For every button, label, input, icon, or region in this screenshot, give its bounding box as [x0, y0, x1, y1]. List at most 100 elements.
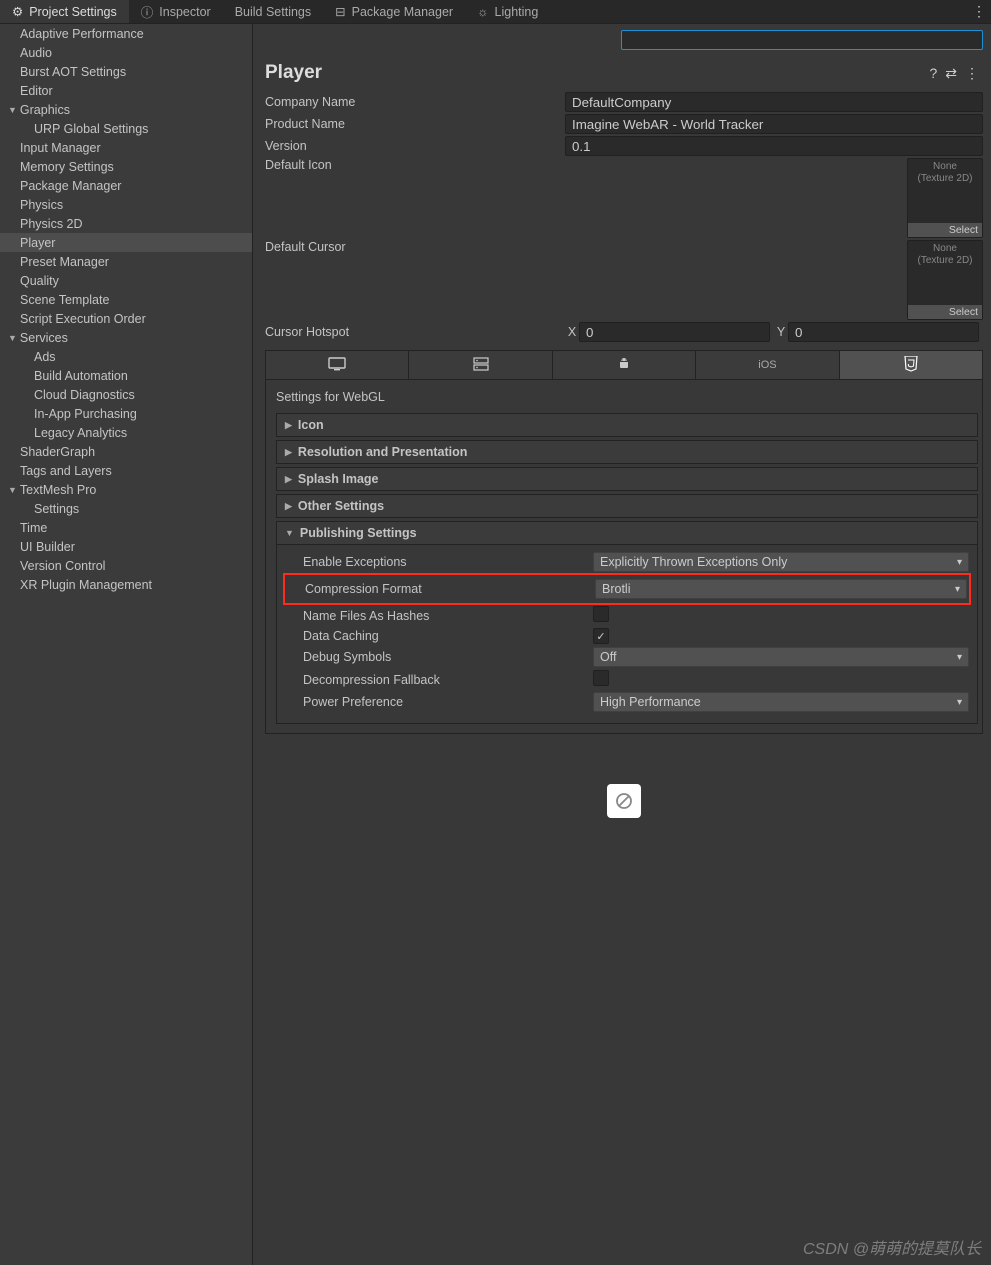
sidebar-item-textmesh-settings[interactable]: Settings — [0, 499, 252, 518]
sidebar-item-services[interactable]: Services — [0, 328, 252, 347]
version-label: Version — [265, 139, 565, 153]
enable-exceptions-dropdown[interactable]: Explicitly Thrown Exceptions Only — [593, 552, 969, 572]
tab-lighting[interactable]: ☼ Lighting — [465, 0, 550, 23]
sidebar-item-script-execution-order[interactable]: Script Execution Order — [0, 309, 252, 328]
sidebar-item-build-automation[interactable]: Build Automation — [0, 366, 252, 385]
foldout-label: Resolution and Presentation — [298, 445, 467, 459]
tab-label: Build Settings — [235, 5, 311, 19]
platform-tab-server[interactable] — [409, 351, 552, 379]
cursor-hotspot-label: Cursor Hotspot — [265, 325, 565, 339]
sidebar-item-physics-2d[interactable]: Physics 2D — [0, 214, 252, 233]
sidebar-item-audio[interactable]: Audio — [0, 43, 252, 62]
sidebar-item-editor[interactable]: Editor — [0, 81, 252, 100]
platform-tab-standalone[interactable] — [266, 351, 409, 379]
default-cursor-label: Default Cursor — [265, 240, 565, 320]
compression-format-dropdown[interactable]: Brotli — [595, 579, 967, 599]
texture-none: None — [908, 243, 982, 255]
sidebar-label: Graphics — [20, 103, 70, 117]
company-name-label: Company Name — [265, 95, 565, 109]
data-caching-checkbox[interactable]: ✓ — [593, 628, 609, 644]
foldout-icon[interactable]: Icon — [276, 413, 978, 437]
foldout-resolution[interactable]: Resolution and Presentation — [276, 440, 978, 464]
sidebar-label: Services — [20, 331, 68, 345]
default-icon-slot[interactable]: None (Texture 2D) Select — [907, 158, 983, 238]
sidebar-item-adaptive-performance[interactable]: Adaptive Performance — [0, 24, 252, 43]
help-icon[interactable]: ? — [929, 65, 937, 82]
power-preference-dropdown[interactable]: High Performance — [593, 692, 969, 712]
sidebar-item-ui-builder[interactable]: UI Builder — [0, 537, 252, 556]
default-cursor-slot[interactable]: None (Texture 2D) Select — [907, 240, 983, 320]
sidebar-item-textmesh-pro[interactable]: TextMesh Pro — [0, 480, 252, 499]
sidebar-item-physics[interactable]: Physics — [0, 195, 252, 214]
compression-format-highlight: Compression Format Brotli — [283, 573, 971, 605]
android-icon — [617, 357, 631, 374]
sidebar-item-player[interactable]: Player — [0, 233, 252, 252]
tab-project-settings[interactable]: ⚙ Project Settings — [0, 0, 129, 23]
preset-icon[interactable]: ⇄ — [945, 65, 957, 82]
sidebar-item-quality[interactable]: Quality — [0, 271, 252, 290]
version-input[interactable] — [565, 136, 983, 156]
sidebar-item-legacy-analytics[interactable]: Legacy Analytics — [0, 423, 252, 442]
power-preference-label: Power Preference — [285, 695, 593, 709]
blocked-icon — [607, 784, 641, 818]
data-caching-label: Data Caching — [285, 629, 593, 643]
sidebar-item-cloud-diagnostics[interactable]: Cloud Diagnostics — [0, 385, 252, 404]
sidebar-item-time[interactable]: Time — [0, 518, 252, 537]
compression-format-label: Compression Format — [287, 582, 595, 596]
select-button[interactable]: Select — [908, 305, 982, 319]
dropdown-value: Brotli — [602, 582, 630, 596]
package-icon: ⊟ — [335, 4, 345, 19]
sidebar-item-scene-template[interactable]: Scene Template — [0, 290, 252, 309]
enable-exceptions-label: Enable Exceptions — [285, 555, 593, 569]
select-button[interactable]: Select — [908, 223, 982, 237]
foldout-other-settings[interactable]: Other Settings — [276, 494, 978, 518]
decompression-fallback-label: Decompression Fallback — [285, 673, 593, 687]
default-icon-label: Default Icon — [265, 158, 565, 238]
foldout-label: Splash Image — [298, 472, 379, 486]
menu-icon[interactable]: ⋮ — [965, 65, 979, 82]
ios-label: iOS — [758, 359, 776, 371]
y-label: Y — [774, 325, 788, 339]
texture-type: (Texture 2D) — [908, 255, 982, 267]
texture-none: None — [908, 161, 982, 173]
foldout-publishing-settings[interactable]: Publishing Settings — [276, 521, 978, 545]
sidebar-item-tags-layers[interactable]: Tags and Layers — [0, 461, 252, 480]
tab-bar: ⚙ Project Settings ⓘ Inspector Build Set… — [0, 0, 991, 24]
tab-overflow-menu[interactable]: ⋮ — [967, 0, 991, 23]
sidebar-item-burst-aot[interactable]: Burst AOT Settings — [0, 62, 252, 81]
platform-tab-webgl[interactable] — [840, 351, 982, 379]
texture-type: (Texture 2D) — [908, 173, 982, 185]
search-input[interactable] — [621, 30, 983, 50]
sidebar-item-shadergraph[interactable]: ShaderGraph — [0, 442, 252, 461]
decompression-fallback-checkbox[interactable] — [593, 670, 609, 686]
cursor-hotspot-x-input[interactable] — [579, 322, 770, 342]
sidebar-item-preset-manager[interactable]: Preset Manager — [0, 252, 252, 271]
company-name-input[interactable] — [565, 92, 983, 112]
sidebar-item-input-manager[interactable]: Input Manager — [0, 138, 252, 157]
html5-icon — [904, 356, 918, 375]
tab-package-manager[interactable]: ⊟ Package Manager — [323, 0, 465, 23]
server-icon — [473, 357, 489, 374]
sidebar-item-graphics[interactable]: Graphics — [0, 100, 252, 119]
foldout-label: Publishing Settings — [300, 526, 417, 540]
sidebar-item-urp-global[interactable]: URP Global Settings — [0, 119, 252, 138]
cursor-hotspot-y-input[interactable] — [788, 322, 979, 342]
sidebar-item-in-app-purchasing[interactable]: In-App Purchasing — [0, 404, 252, 423]
sidebar-item-xr-plugin[interactable]: XR Plugin Management — [0, 575, 252, 594]
tab-build-settings[interactable]: Build Settings — [223, 0, 323, 23]
sidebar-item-version-control[interactable]: Version Control — [0, 556, 252, 575]
debug-symbols-dropdown[interactable]: Off — [593, 647, 969, 667]
foldout-splash-image[interactable]: Splash Image — [276, 467, 978, 491]
dropdown-value: Explicitly Thrown Exceptions Only — [600, 555, 787, 569]
platform-tab-android[interactable] — [553, 351, 696, 379]
tab-label: Project Settings — [29, 5, 117, 19]
content-pane: ⌕ Player ? ⇄ ⋮ Company Name Product Name — [253, 24, 991, 1265]
sidebar-item-ads[interactable]: Ads — [0, 347, 252, 366]
name-files-hashes-checkbox[interactable] — [593, 606, 609, 622]
sidebar-item-memory-settings[interactable]: Memory Settings — [0, 157, 252, 176]
name-files-hashes-label: Name Files As Hashes — [285, 609, 593, 623]
tab-inspector[interactable]: ⓘ Inspector — [129, 0, 223, 23]
platform-tab-ios[interactable]: iOS — [696, 351, 839, 379]
product-name-input[interactable] — [565, 114, 983, 134]
sidebar-item-package-manager[interactable]: Package Manager — [0, 176, 252, 195]
